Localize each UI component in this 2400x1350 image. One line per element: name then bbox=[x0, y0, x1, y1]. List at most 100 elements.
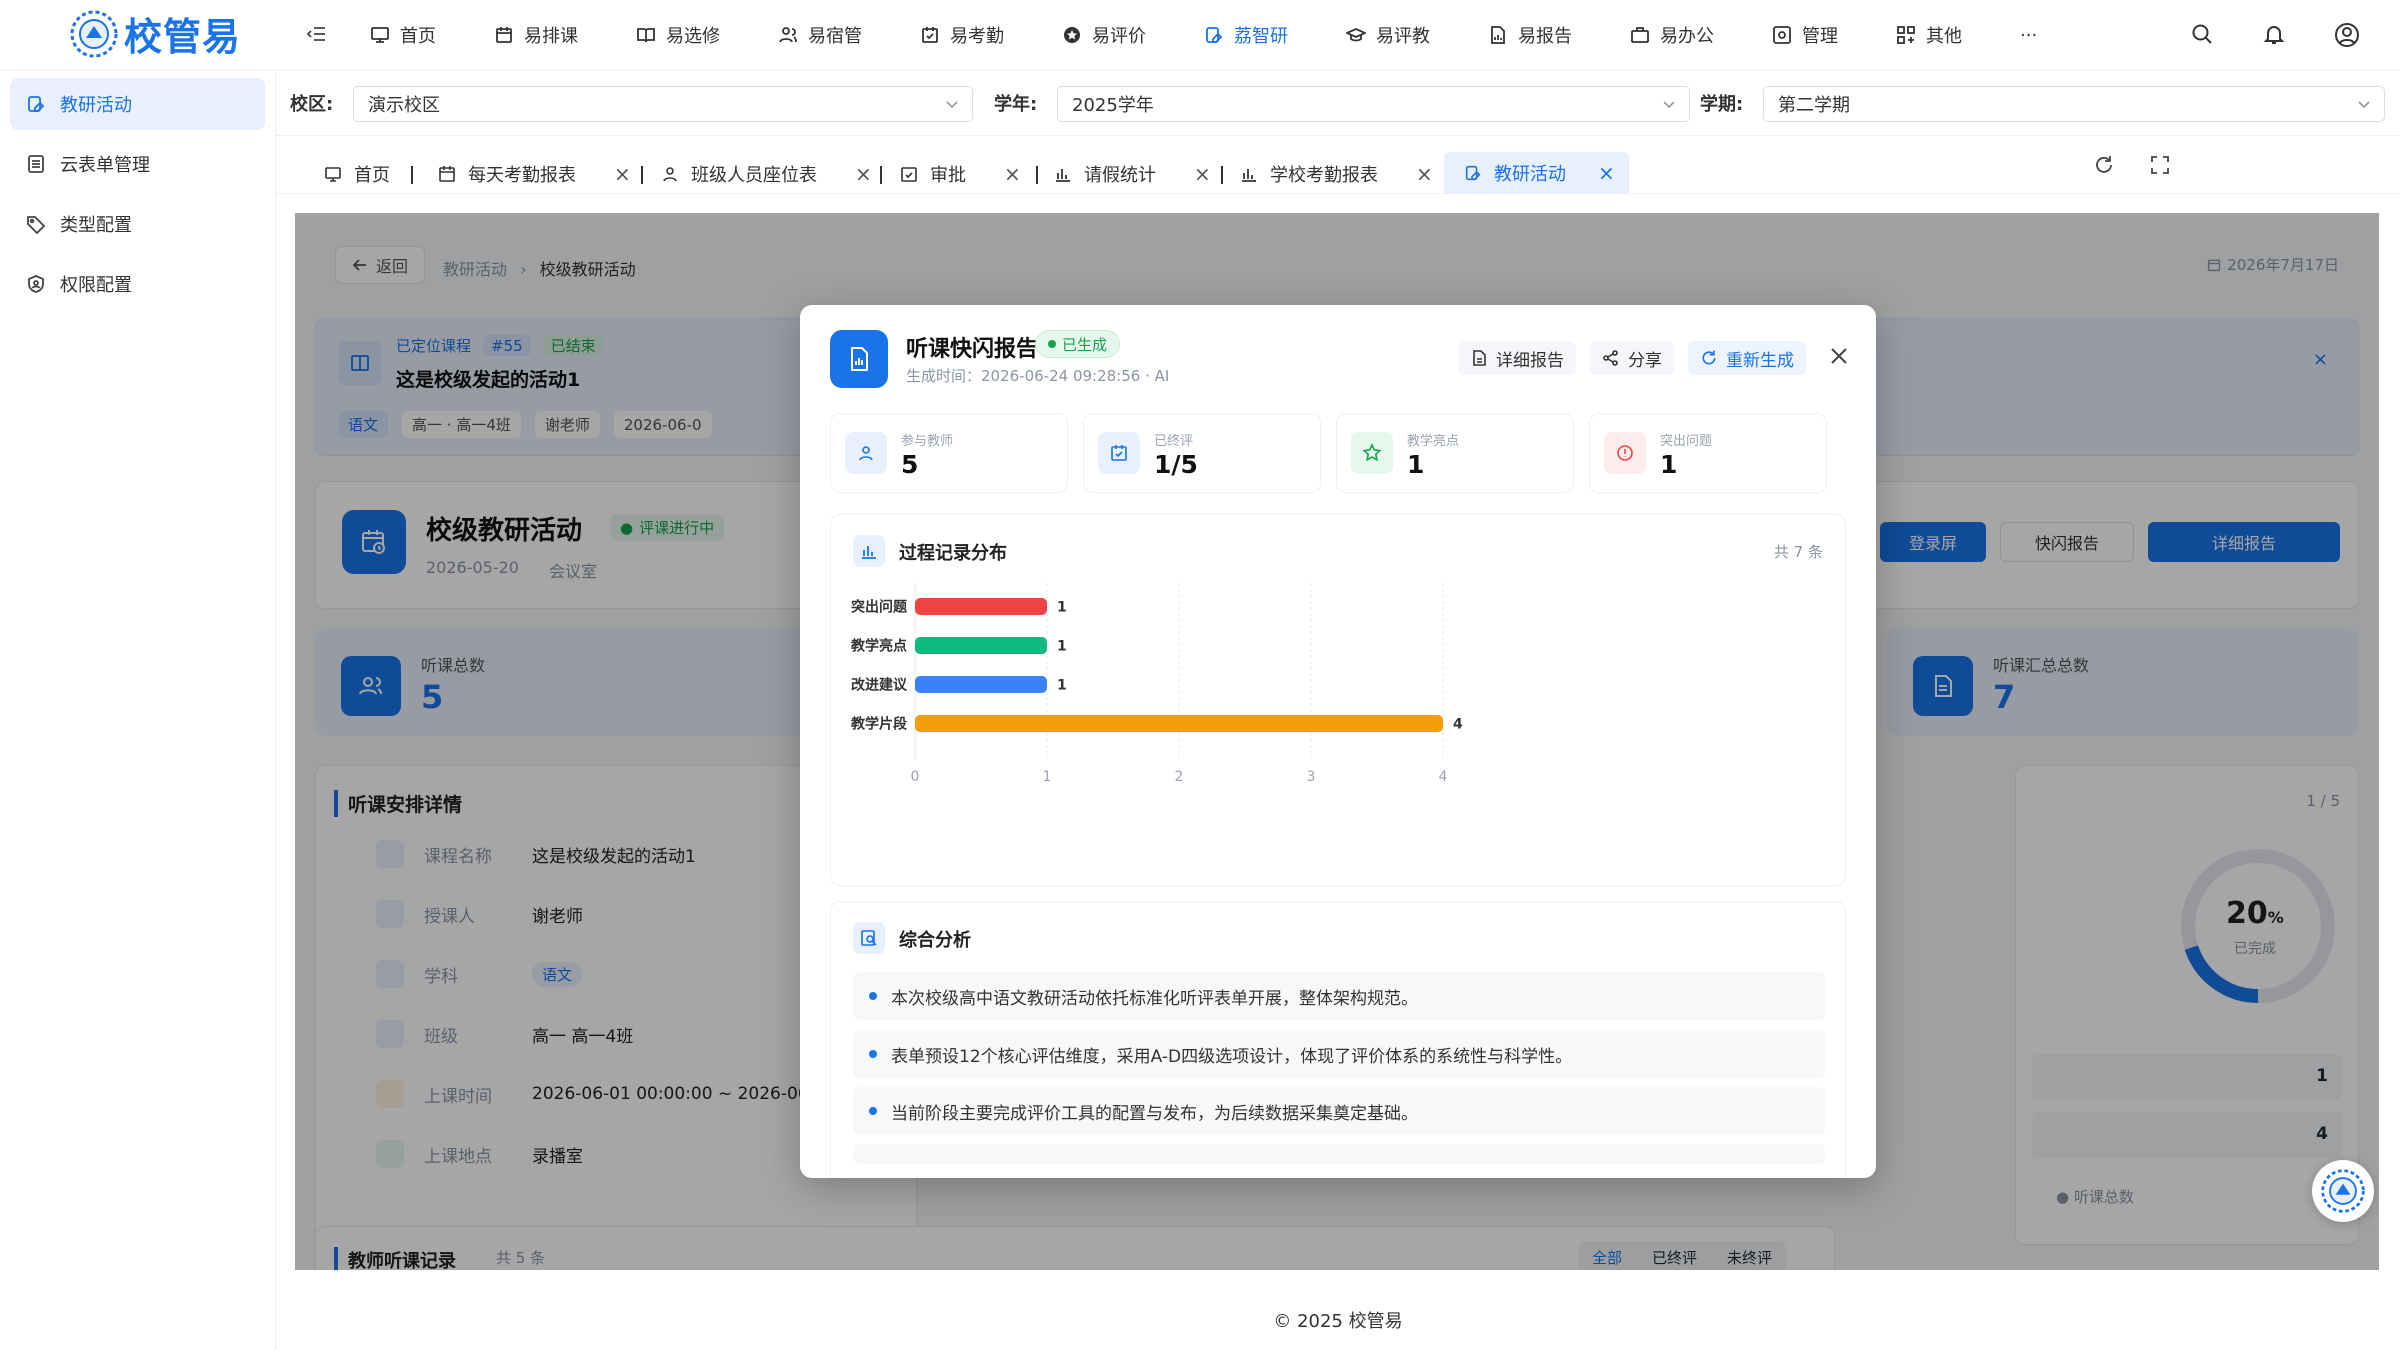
nav-item-7[interactable]: 易评教 bbox=[1346, 22, 1430, 48]
data-label: 1 bbox=[1057, 600, 1067, 616]
bell-icon[interactable] bbox=[2262, 22, 2286, 48]
filter-bar: 校区: 演示校区 学年: 2025学年 学期: 第二学期 bbox=[276, 70, 2400, 136]
tabs-bar: 首页 每天考勤报表 × 班级人员座位表 × 审批 × 请假统计 × 学校考勤报表… bbox=[276, 136, 2400, 194]
tab-daily-attendance[interactable]: 每天考勤报表 × bbox=[438, 154, 631, 194]
nav-item-4[interactable]: 易考勤 bbox=[920, 22, 1004, 48]
modal-title: 听课快闪报告 bbox=[906, 337, 1039, 362]
campus-label: 校区: bbox=[290, 94, 334, 115]
nav-item-label: 其他 bbox=[1926, 26, 1962, 47]
chart-panel-title: 过程记录分布 bbox=[899, 543, 1007, 564]
campus-select[interactable]: 演示校区 bbox=[353, 86, 973, 122]
nav-item-5[interactable]: 易评价 bbox=[1062, 22, 1146, 48]
users-icon bbox=[778, 25, 798, 45]
fullscreen-icon[interactable] bbox=[2149, 154, 2171, 176]
close-icon[interactable] bbox=[1828, 345, 1850, 367]
chevron-down-icon bbox=[2356, 96, 2372, 112]
nav-item-0[interactable]: 首页 bbox=[370, 22, 436, 48]
tab-teaching-research[interactable]: 教研活动 × bbox=[1444, 152, 1629, 194]
logo-emblem-icon bbox=[68, 8, 120, 60]
app-logo[interactable]: 校管易 bbox=[68, 6, 241, 61]
nav-item-12[interactable]: ··· bbox=[2020, 25, 2037, 46]
calendar-icon bbox=[438, 165, 456, 183]
tab-label: 班级人员座位表 bbox=[691, 165, 817, 186]
search-icon[interactable] bbox=[2190, 22, 2214, 48]
data-label: 1 bbox=[1057, 678, 1067, 694]
chevron-down-icon bbox=[1661, 96, 1677, 112]
search-document-icon bbox=[853, 922, 885, 954]
term-select[interactable]: 第二学期 bbox=[1763, 86, 2385, 122]
close-icon[interactable]: × bbox=[1416, 162, 1433, 186]
sidebar-item-permission-config[interactable]: 权限配置 bbox=[10, 258, 265, 310]
assistant-float-button[interactable] bbox=[2312, 1160, 2374, 1222]
year-select[interactable]: 2025学年 bbox=[1057, 86, 1690, 122]
sidebar-item-label: 云表单管理 bbox=[60, 155, 150, 176]
close-icon[interactable]: × bbox=[1004, 162, 1021, 186]
top-bar: 校管易 首页 易排课 易选修 易宿管 易考勤 易评价 荔智研 易评教 易报告 易办公 管理 其他 ··· bbox=[0, 0, 2400, 70]
refresh-icon[interactable] bbox=[2093, 154, 2115, 176]
comprehensive-analysis-panel: 综合分析 本次校级高中语文教研活动依托标准化听评表单开展，整体架构规范。 表单预… bbox=[830, 901, 1846, 1178]
grid-icon bbox=[1896, 25, 1916, 45]
book-icon bbox=[636, 25, 656, 45]
bar-chart-icon bbox=[853, 535, 885, 567]
stat-value: 1 bbox=[1660, 450, 1678, 479]
star-icon bbox=[1062, 25, 1082, 45]
share-icon bbox=[1602, 349, 1620, 367]
user-avatar-icon[interactable] bbox=[2334, 22, 2360, 48]
nav-item-6[interactable]: 荔智研 bbox=[1204, 22, 1288, 48]
nav-item-label: 管理 bbox=[1802, 26, 1838, 47]
tab-approval[interactable]: 审批 × bbox=[900, 154, 1021, 194]
stat-teaching-highlights: 教学亮点 1 bbox=[1336, 413, 1574, 493]
nav-item-3[interactable]: 易宿管 bbox=[778, 22, 862, 48]
stat-label: 教学亮点 bbox=[1407, 434, 1460, 449]
tab-school-attendance[interactable]: 学校考勤报表 × bbox=[1240, 154, 1433, 194]
sidebar-item-cloud-forms[interactable]: 云表单管理 bbox=[10, 138, 265, 190]
tab-leave-stats[interactable]: 请假统计 × bbox=[1054, 154, 1211, 194]
sidebar: 教研活动 云表单管理 类型配置 权限配置 bbox=[0, 70, 276, 1350]
close-icon[interactable]: × bbox=[614, 162, 631, 186]
nav-item-11[interactable]: 其他 bbox=[1896, 22, 1962, 48]
nav-item-1[interactable]: 易排课 bbox=[494, 22, 578, 48]
data-label: 1 bbox=[1057, 639, 1067, 655]
monitor-icon bbox=[370, 25, 390, 45]
sidebar-item-type-config[interactable]: 类型配置 bbox=[10, 198, 265, 250]
modal-detail-report-button[interactable]: 详细报告 bbox=[1458, 341, 1576, 375]
sidebar-item-label: 权限配置 bbox=[60, 275, 132, 296]
bar bbox=[915, 637, 1047, 654]
nav-item-2[interactable]: 易选修 bbox=[636, 22, 720, 48]
nav-item-label: 易排课 bbox=[524, 26, 578, 47]
footer: © 2025 校管易 bbox=[276, 1290, 2400, 1350]
shield-user-icon bbox=[26, 274, 46, 294]
form-icon bbox=[26, 154, 46, 174]
bar-chart-icon bbox=[1240, 165, 1258, 183]
close-icon[interactable]: × bbox=[1194, 162, 1211, 186]
modal-share-button[interactable]: 分享 bbox=[1590, 341, 1674, 375]
nav-item-9[interactable]: 易办公 bbox=[1630, 22, 1714, 48]
close-icon[interactable]: × bbox=[1598, 161, 1615, 185]
tab-class-seating[interactable]: 班级人员座位表 × bbox=[661, 154, 872, 194]
users-icon bbox=[661, 165, 679, 183]
close-icon[interactable]: × bbox=[855, 162, 872, 186]
stat-value: 1 bbox=[1407, 450, 1425, 479]
data-label: 4 bbox=[1453, 717, 1463, 733]
settings-box-icon bbox=[1772, 25, 1792, 45]
sidebar-item-label: 类型配置 bbox=[60, 215, 132, 236]
sidebar-item-teaching-research[interactable]: 教研活动 bbox=[10, 78, 265, 130]
briefcase-icon bbox=[1630, 25, 1650, 45]
tab-home[interactable]: 首页 bbox=[324, 154, 390, 194]
nav-item-10[interactable]: 管理 bbox=[1772, 22, 1838, 48]
stat-participating-teachers: 参与教师 5 bbox=[830, 413, 1068, 493]
modal-regenerate-button[interactable]: 重新生成 bbox=[1688, 341, 1806, 375]
campus-select-value: 演示校区 bbox=[368, 95, 440, 116]
clipboard-icon bbox=[1204, 25, 1224, 45]
analysis-item: 本次校级高中语文教研活动依托标准化听评表单开展，整体架构规范。 bbox=[853, 972, 1825, 1020]
nav-item-8[interactable]: 易报告 bbox=[1488, 22, 1572, 48]
copyright-text: © 2025 校管易 bbox=[1273, 1311, 1403, 1332]
bar bbox=[915, 715, 1443, 732]
modal-status-badge: 已生成 bbox=[1035, 330, 1121, 358]
alert-circle-icon bbox=[1604, 432, 1646, 474]
term-select-value: 第二学期 bbox=[1778, 95, 1850, 116]
nav-item-label: 易报告 bbox=[1518, 26, 1572, 47]
menu-collapse-icon[interactable] bbox=[306, 23, 328, 45]
category-label: 突出问题 bbox=[851, 599, 908, 616]
file-chart-icon bbox=[1488, 25, 1508, 45]
